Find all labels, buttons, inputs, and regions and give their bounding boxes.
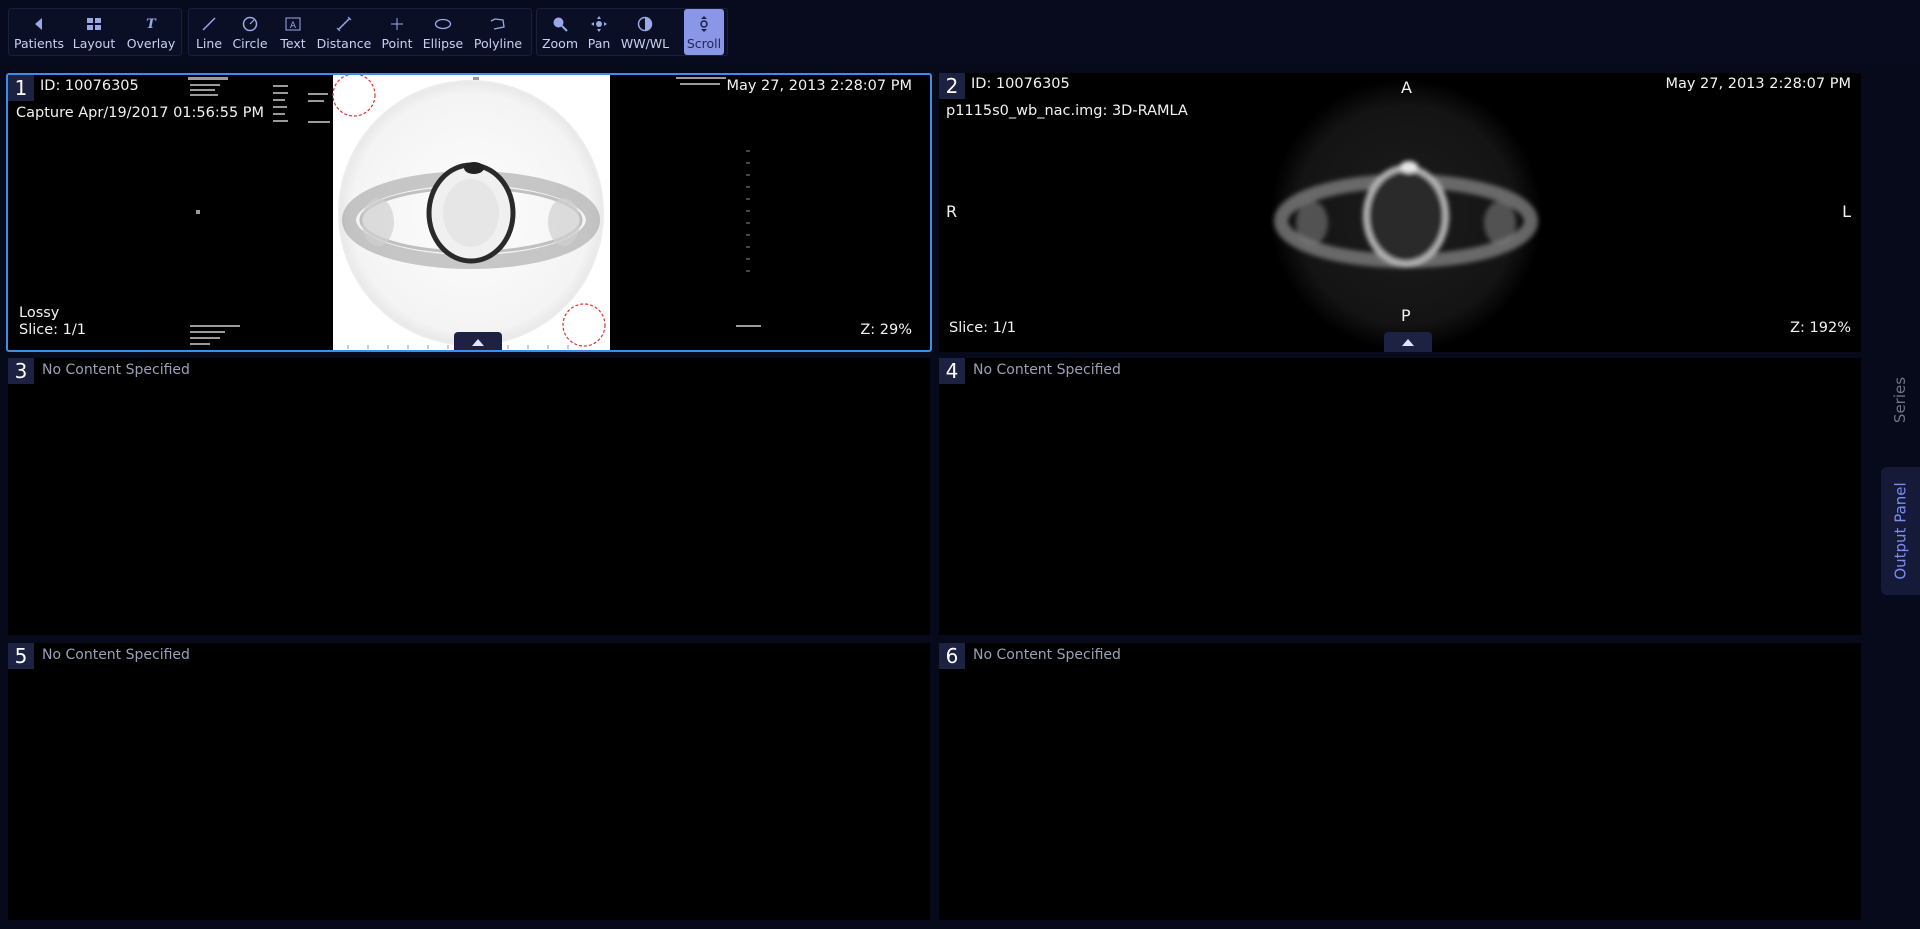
viewport-2[interactable]: 2 ID: 10076305 p1115s0_wb_nac.img: 3D-RA… (939, 73, 1861, 352)
ellipse-tool-button[interactable]: Ellipse (421, 9, 465, 55)
viewport-number: 4 (939, 358, 965, 384)
orientation-posterior: P (1401, 306, 1411, 325)
contrast-icon (635, 15, 655, 33)
distance-tool-button[interactable]: Distance (315, 9, 373, 55)
orientation-right: R (946, 202, 958, 221)
empty-viewport-text: No Content Specified (42, 362, 190, 378)
overlay-button[interactable]: T Overlay (125, 9, 177, 55)
viewport-6[interactable]: 6 No Content Specified (939, 643, 1861, 920)
zoom-button[interactable]: Zoom (541, 9, 579, 55)
viewport-3[interactable]: 3 No Content Specified (8, 358, 930, 635)
pan-label: Pan (587, 36, 611, 51)
text-box-icon: A (283, 15, 303, 33)
overlay-text-icon: T (146, 16, 156, 32)
viewport-number: 3 (8, 358, 34, 384)
pan-button[interactable]: Pan (583, 9, 615, 55)
view-tool-group: Zoom Pan WW/WL Scroll (536, 8, 728, 56)
polyline-tool-button[interactable]: Polyline (471, 9, 525, 55)
patient-id: ID: 10076305 (40, 78, 139, 94)
line-icon (199, 15, 219, 33)
point-label: Point (381, 36, 413, 51)
orientation-left: L (1842, 202, 1851, 221)
point-tool-button[interactable]: Point (379, 9, 415, 55)
series-panel-tab[interactable]: Series (1880, 350, 1920, 450)
zoom-icon (550, 15, 570, 33)
empty-viewport-text: No Content Specified (42, 647, 190, 663)
patients-label: Patients (13, 36, 65, 51)
viewport-number: 6 (939, 643, 965, 669)
svg-text:A: A (290, 21, 297, 31)
pan-icon (589, 15, 609, 33)
polyline-label: Polyline (473, 36, 523, 51)
series-description: Capture Apr/19/2017 01:56:55 PM (16, 105, 265, 121)
ww-wl-button[interactable]: WW/WL (619, 9, 671, 55)
chevron-up-icon (472, 338, 484, 346)
output-panel-tab[interactable]: Output Panel (1881, 467, 1920, 595)
scroll-icon (694, 15, 714, 33)
ellipse-label: Ellipse (422, 36, 464, 51)
patient-id: ID: 10076305 (971, 76, 1070, 92)
distance-label: Distance (316, 36, 372, 51)
point-icon (387, 15, 407, 33)
line-label: Line (195, 36, 223, 51)
viewport-number: 1 (8, 75, 34, 101)
viewport-4[interactable]: 4 No Content Specified (939, 358, 1861, 635)
ellipse-icon (433, 15, 453, 33)
series-description: p1115s0_wb_nac.img: 3D-RAMLA (946, 103, 1188, 119)
viewport-1[interactable]: 1 ID: 10076305 Capture Apr/19/2017 01:56… (6, 73, 932, 352)
polyline-icon (488, 15, 508, 33)
text-tool-button[interactable]: A Text (277, 9, 309, 55)
slice-indicator: Slice: 1/1 (19, 322, 86, 338)
layout-button[interactable]: Layout (71, 9, 117, 55)
orientation-anterior: A (1401, 78, 1412, 97)
nav-tool-group: Patients Layout T Overlay (8, 8, 182, 56)
series-tab-label: Series (1891, 376, 1910, 424)
empty-viewport-text: No Content Specified (973, 362, 1121, 378)
line-tool-button[interactable]: Line (193, 9, 225, 55)
empty-viewport-text: No Content Specified (973, 647, 1121, 663)
viewport-number: 5 (8, 643, 34, 669)
chevron-up-icon (1402, 338, 1414, 346)
layout-label: Layout (72, 36, 116, 51)
viewport-number: 2 (939, 73, 965, 99)
overlay-label: Overlay (126, 36, 176, 51)
zoom-level: Z: 192% (1790, 320, 1851, 336)
circle-tool-button[interactable]: Circle (231, 9, 269, 55)
circle-label: Circle (232, 36, 268, 51)
output-panel-tab-label: Output Panel (1891, 482, 1910, 580)
annotation-tool-group: Line Circle A Text Distance Point Ellips… (188, 8, 532, 56)
compression-label: Lossy (19, 305, 60, 321)
scroll-button[interactable]: Scroll (684, 9, 724, 55)
study-date: May 27, 2013 2:28:07 PM (726, 78, 912, 94)
ww-wl-label: WW/WL (620, 36, 670, 51)
distance-icon (334, 15, 354, 33)
scroll-label: Scroll (686, 36, 722, 51)
chevron-left-icon (29, 15, 49, 33)
zoom-label: Zoom (541, 36, 579, 51)
grid-layout-icon (84, 15, 104, 33)
viewport-expand-tab[interactable] (454, 332, 502, 350)
viewport-5[interactable]: 5 No Content Specified (8, 643, 930, 920)
slice-indicator: Slice: 1/1 (949, 320, 1016, 336)
toolbar: Patients Layout T Overlay Line Circle A … (0, 0, 1920, 62)
patients-button[interactable]: Patients (13, 9, 65, 55)
text-label: Text (280, 36, 306, 51)
circle-icon (240, 15, 260, 33)
zoom-level: Z: 29% (860, 322, 912, 338)
viewport-expand-tab[interactable] (1384, 332, 1432, 352)
study-date: May 27, 2013 2:28:07 PM (1665, 76, 1851, 92)
